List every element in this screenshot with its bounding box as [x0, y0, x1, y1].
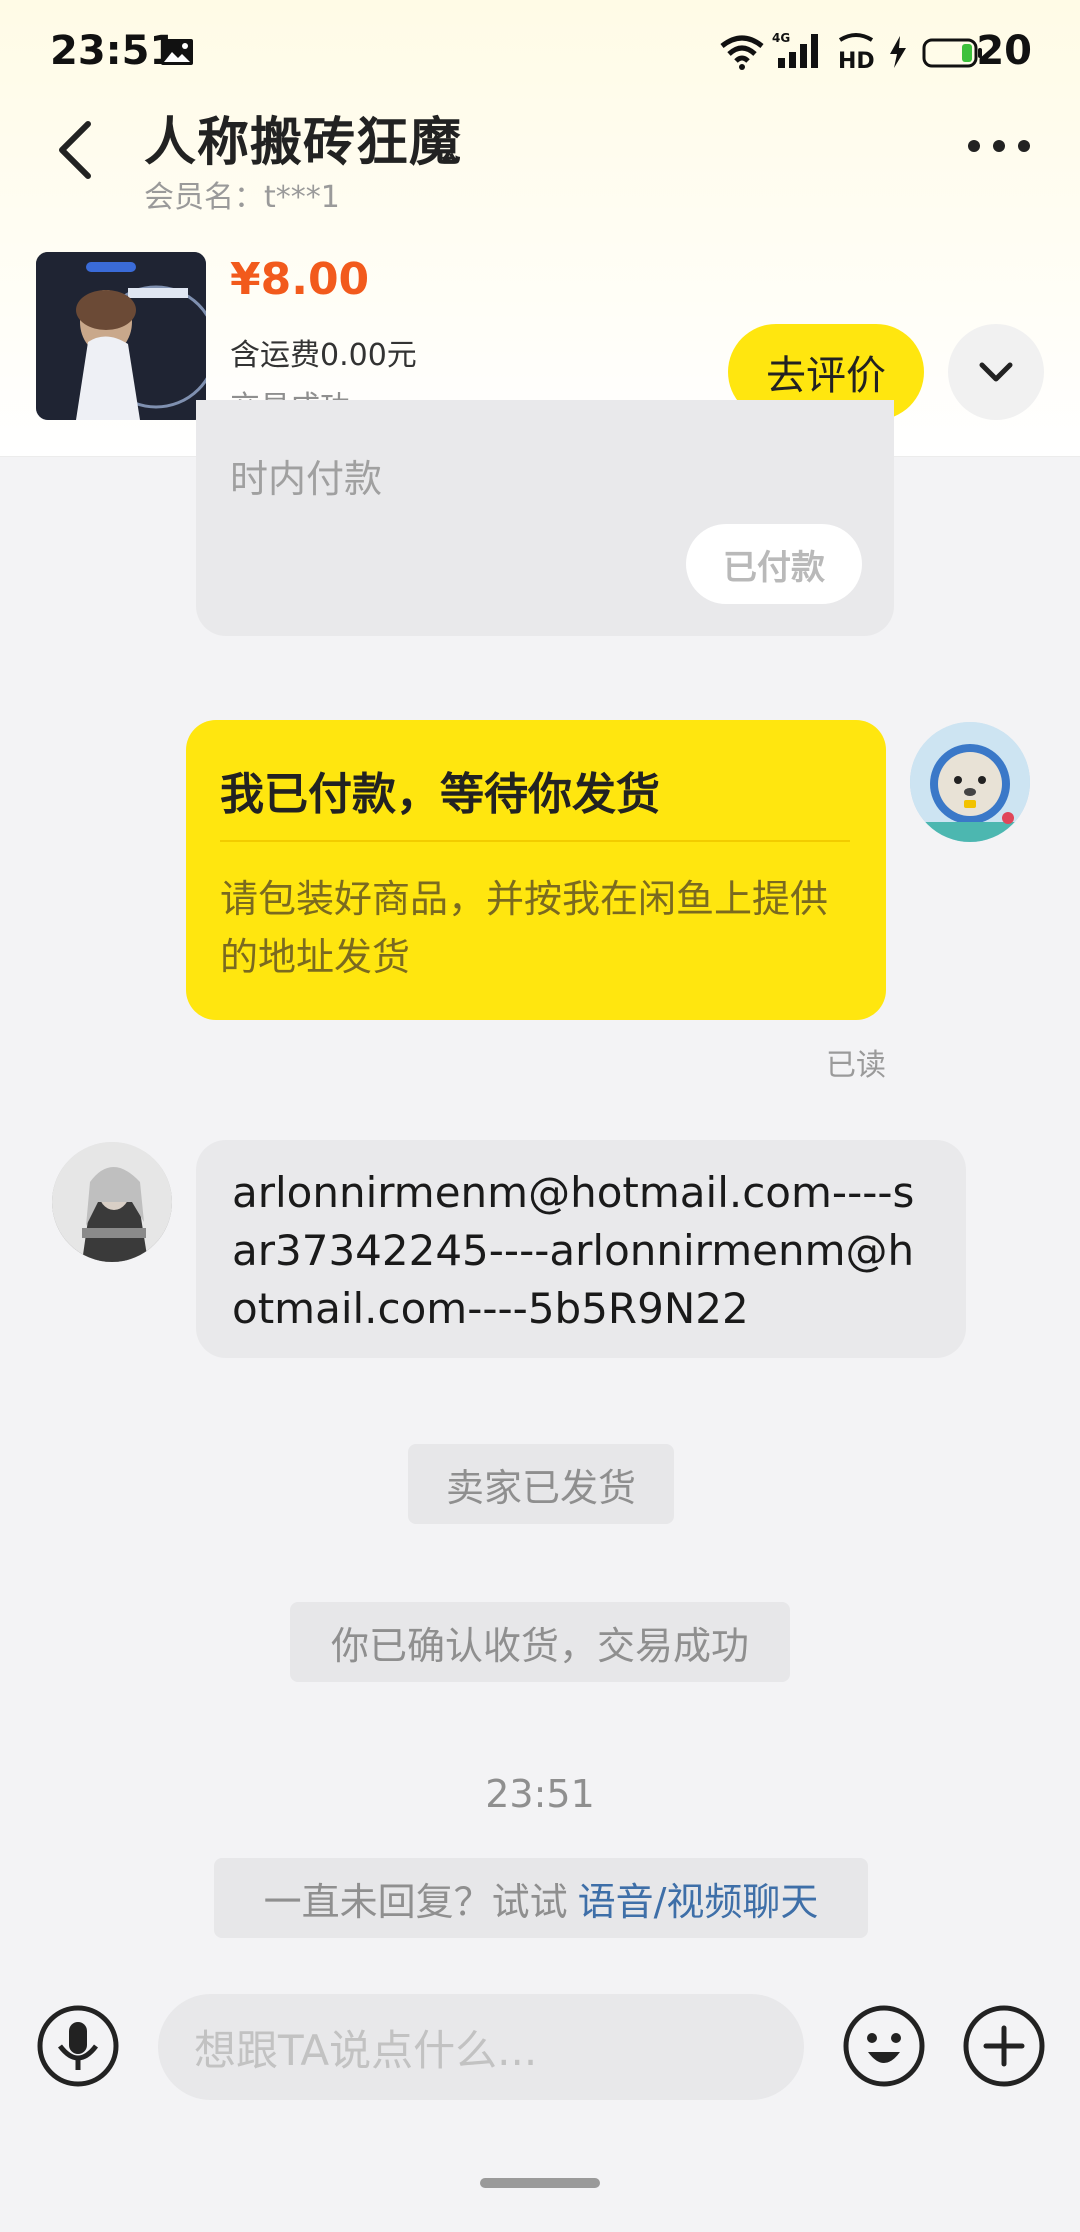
my-avatar[interactable]: [910, 722, 1030, 842]
system-shipped-notice: 卖家已发货: [408, 1444, 674, 1524]
product-image: [36, 252, 206, 420]
charging-icon: [890, 36, 906, 68]
seller-avatar-image: [52, 1142, 172, 1262]
chevron-left-icon[interactable]: [52, 118, 100, 182]
seller-message-text: arlonnirmenm@hotmail.com----sar37342245-…: [232, 1168, 915, 1333]
wifi-icon: [720, 35, 764, 70]
battery-icon: [922, 38, 982, 68]
more-icon[interactable]: [966, 136, 1032, 156]
seller-avatar[interactable]: [52, 1142, 172, 1262]
product-thumbnail[interactable]: [36, 252, 206, 420]
chevron-down-icon: [979, 362, 1013, 382]
message-input[interactable]: 想跟TA说点什么...: [158, 1994, 804, 2100]
payment-card-text: 时内付款: [230, 457, 383, 501]
system-confirmed-notice: 你已确认收货，交易成功: [290, 1602, 790, 1682]
no-reply-tip-text: 一直未回复？试试: [263, 1879, 568, 1924]
battery-level: 20: [976, 28, 1032, 74]
shipping-info: 含运费0.00元: [230, 338, 417, 373]
plus-icon[interactable]: [962, 2004, 1046, 2088]
hd-icon: HD: [838, 33, 875, 72]
home-indicator[interactable]: [480, 2178, 600, 2188]
paid-button: 已付款: [686, 524, 862, 604]
voice-video-call-link[interactable]: 语音/视频聊天: [578, 1871, 819, 1926]
payment-notice-title: 我已付款，等待你发货: [220, 769, 660, 820]
no-reply-tip: 一直未回复？试试 语音/视频聊天: [214, 1858, 868, 1938]
read-receipt: 已读: [826, 1048, 886, 1083]
emoji-icon[interactable]: [842, 2004, 926, 2088]
cat-avatar-image: [910, 722, 1030, 842]
image-icon: [161, 39, 193, 65]
status-time: 23:51: [50, 28, 178, 74]
status-bar: 23:51 4G HD 20: [0, 0, 1080, 110]
payment-notice-body: 请包装好商品，并按我在闲鱼上提供的地址发货: [220, 877, 829, 979]
microphone-icon[interactable]: [36, 2004, 120, 2088]
product-price: ¥8.00: [230, 254, 370, 305]
member-name: 会员名：t***1: [144, 180, 340, 215]
4g-signal-icon: 4G: [772, 31, 818, 68]
page-title: 人称搬砖狂魔: [144, 113, 463, 173]
svg-text:4G: 4G: [772, 31, 790, 45]
timestamp: 23:51: [485, 1772, 595, 1816]
svg-text:HD: HD: [838, 49, 875, 72]
expand-button[interactable]: [948, 324, 1044, 420]
divider: [220, 840, 850, 842]
